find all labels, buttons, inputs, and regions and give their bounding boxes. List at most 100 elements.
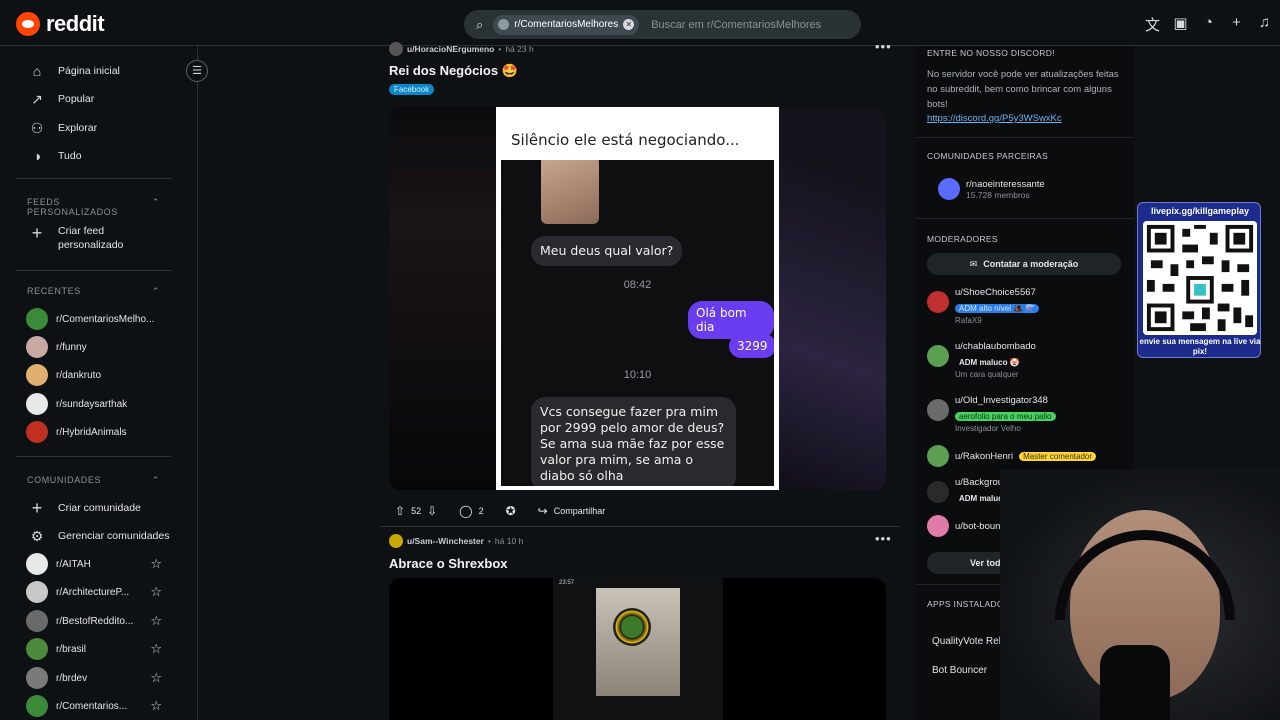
comments-button[interactable]: ◯ 2 [453, 499, 489, 523]
post-image[interactable]: Silêncio ele está negociando... Meu deus… [389, 107, 886, 490]
feeds-section-header[interactable]: FEEDS PERSONALIZADOS ⌃ [27, 197, 160, 217]
community-item[interactable]: r/AITAH ☆ [26, 553, 162, 575]
nav-home[interactable]: ⌂ Página inicial [28, 62, 120, 80]
community-item[interactable]: r/brdev ☆ [26, 667, 162, 689]
share-icon: ↪ [537, 504, 548, 518]
divider [16, 456, 172, 457]
subreddit-avatar [26, 393, 48, 415]
recent-section-header[interactable]: RECENTES ⌃ [27, 286, 160, 297]
award-button[interactable]: ✪ [500, 499, 522, 523]
share-button[interactable]: ↪ Compartilhar [532, 499, 612, 523]
community-members: 15.728 membros [966, 189, 1030, 200]
translate-icon[interactable]: 文 [1145, 14, 1160, 35]
moderator-item[interactable]: u/Old_Investigator348 aerofolio para o m… [927, 395, 1056, 433]
search-subreddit-chip[interactable]: r/ComentariosMelhores ✕ [493, 14, 640, 35]
moderator-flair: aerofolio para o meu palio [955, 412, 1056, 421]
share-label: Compartilhar [553, 506, 606, 516]
post-time: há 23 h [505, 44, 534, 54]
upvote-icon[interactable]: ⇧ [395, 504, 405, 518]
divider [916, 218, 1134, 219]
notification-bell-icon[interactable]: ♫ [1257, 14, 1272, 35]
manage-communities-label: Gerenciar comunidades [58, 530, 170, 542]
moderator-item[interactable]: u/chablaubombado ADM maluco 🤡 Um cara qu… [927, 341, 1036, 379]
section-title: RECENTES [27, 286, 81, 296]
star-icon[interactable]: ☆ [150, 613, 162, 629]
chat-message: Meu deus qual valor? [531, 236, 683, 266]
partner-community[interactable]: r/naoeinteressante 15.728 membros [938, 178, 1045, 200]
post-flair[interactable]: Facebook [389, 84, 435, 95]
installed-app[interactable]: Bot Bouncer [932, 665, 987, 676]
meta-separator: • [498, 44, 502, 54]
gear-icon: ⚙ [30, 527, 44, 544]
moderators-title: MODERADORES [927, 234, 998, 244]
post-options-icon[interactable]: ••• [875, 531, 892, 546]
nav-popular[interactable]: ↗ Popular [28, 90, 94, 108]
star-icon[interactable]: ☆ [150, 641, 162, 657]
mail-icon: ✉ [969, 258, 978, 269]
community-item[interactable]: r/brasil ☆ [26, 638, 162, 660]
moderator-item[interactable]: u/ShoeChoice5567 ADM alto nível 🎩 ⚗️ Raf… [927, 287, 1040, 325]
community-item[interactable]: r/Comentarios... ☆ [26, 695, 162, 717]
nav-explore[interactable]: ⚇ Explorar [28, 119, 97, 137]
search-input[interactable]: Buscar em r/ComentariosMelhores [651, 19, 821, 31]
communities-section-header[interactable]: COMUNIDADES ⌃ [27, 475, 160, 486]
contact-mods-label: Contatar a moderação [983, 259, 1079, 269]
create-post-icon[interactable]: + [1229, 14, 1244, 35]
plus-icon: + [31, 497, 43, 518]
reddit-logo[interactable]: reddit [16, 11, 105, 37]
post-author[interactable]: u/HoracioNErgumeno [407, 44, 494, 54]
post-title[interactable]: Rei dos Negócios 🤩 [389, 63, 518, 79]
community-item[interactable]: r/ArchitectureP... ☆ [26, 581, 162, 603]
user-avatar[interactable] [389, 42, 403, 56]
nav-all[interactable]: ◑ Tudo [28, 147, 82, 165]
moderator-name: u/chablaubombado [955, 341, 1036, 352]
chip-close-icon[interactable]: ✕ [623, 19, 635, 30]
post-options-icon[interactable]: ••• [875, 39, 892, 54]
star-icon[interactable]: ☆ [150, 670, 162, 686]
nav-label: Página inicial [58, 65, 120, 77]
subreddit-avatar [26, 695, 48, 717]
downvote-icon[interactable]: ⇩ [427, 504, 437, 518]
post-author[interactable]: u/Sam--Winchester [407, 536, 484, 546]
microphone [1100, 645, 1170, 720]
plus-icon: + [31, 222, 43, 243]
create-feed-button[interactable]: + Criar feed personalizado [28, 222, 138, 252]
recent-item[interactable]: r/sundaysarthak [26, 393, 162, 415]
livepix-qr-overlay: livepix.gg/killgameplay envie sua mensag… [1137, 202, 1261, 358]
meme-caption: Silêncio ele está negociando... [511, 131, 740, 149]
user-avatar[interactable] [389, 534, 403, 548]
star-icon[interactable]: ☆ [150, 584, 162, 600]
subreddit-avatar [26, 610, 48, 632]
star-icon[interactable]: ☆ [150, 698, 162, 714]
contact-mods-button[interactable]: ✉ Contatar a moderação [927, 253, 1121, 275]
discord-link[interactable]: https://discord.gg/P5y3WSwxKc [927, 113, 1062, 124]
subreddit-avatar [26, 667, 48, 689]
qr-title: livepix.gg/killgameplay [1150, 206, 1250, 216]
recent-item[interactable]: r/funny [26, 336, 162, 358]
post-title[interactable]: Abrace o Shrexbox [389, 556, 508, 571]
chat-icon[interactable]: ◔ [1201, 14, 1216, 35]
qr-caption: envie sua mensagem na live via pix! [1139, 337, 1261, 356]
manage-communities-button[interactable]: ⚙ Gerenciar comunidades [28, 527, 170, 545]
create-community-button[interactable]: + Criar comunidade [28, 497, 141, 518]
media-background [779, 107, 886, 490]
nav-label: Popular [58, 93, 95, 105]
sidebar-collapse-button[interactable]: ☰ [186, 60, 208, 82]
post-meta: u/HoracioNErgumeno • há 23 h [389, 42, 534, 56]
moderator-avatar [927, 445, 949, 467]
chat-time: 08:42 [623, 279, 652, 291]
subreddit-name: r/funny [56, 341, 87, 353]
recent-item[interactable]: r/HybridAnimals [26, 421, 162, 443]
community-item[interactable]: r/BestofReddito... ☆ [26, 610, 162, 632]
divider [916, 137, 1134, 138]
all-icon: ◑ [32, 148, 42, 164]
meme-image: Silêncio ele está negociando... Meu deus… [496, 107, 779, 490]
search-bar[interactable]: ⌕ r/ComentariosMelhores ✕ Buscar em r/Co… [464, 10, 861, 39]
ad-icon[interactable]: ▣ [1173, 14, 1188, 35]
moderator-avatar [927, 399, 949, 421]
recent-item[interactable]: r/dankruto [26, 364, 162, 386]
star-icon[interactable]: ☆ [150, 556, 162, 572]
moderator-item[interactable]: u/RakonHenri Master comentador [927, 445, 1097, 467]
recent-item[interactable]: r/ComentariosMelho... [26, 308, 162, 330]
post-image[interactable]: 23:57 [389, 578, 886, 720]
